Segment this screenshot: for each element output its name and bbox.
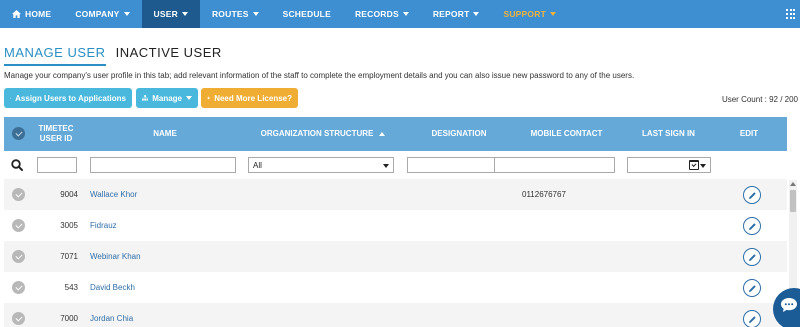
row-checkbox[interactable] <box>12 312 25 325</box>
chevron-down-icon <box>252 12 259 16</box>
nav-routes-label: ROUTES <box>211 9 249 19</box>
chevron-down-icon <box>181 12 188 16</box>
column-last-sign-in[interactable]: LAST SIGN IN <box>626 117 711 151</box>
top-navigation: HOME COMPANY USER ROUTES SCHEDULE RECORD… <box>0 0 800 28</box>
apps-grid-icon[interactable] <box>786 9 796 19</box>
scroll-up-arrow-icon[interactable] <box>790 182 796 186</box>
user-count: User Count : 92 / 200 <box>721 95 798 104</box>
nav-support[interactable]: SUPPORT <box>491 0 568 28</box>
sitemap-icon <box>142 95 149 101</box>
manage-dropdown-button[interactable]: Manage <box>136 88 198 108</box>
chevron-down-icon <box>123 12 130 16</box>
chevron-down-icon <box>549 12 556 16</box>
row-checkbox[interactable] <box>12 281 25 294</box>
chat-icon <box>781 298 797 312</box>
sort-ascending-icon <box>379 132 386 136</box>
cell-user-id: 7000 <box>60 314 78 323</box>
plus-icon <box>207 96 210 100</box>
nav-schedule[interactable]: SCHEDULE <box>271 0 343 28</box>
pencil-icon <box>748 253 756 261</box>
table-row: 9004 Wallace Khor 0112676767 <box>4 179 787 210</box>
select-all-checkbox[interactable] <box>12 127 25 140</box>
tab-inactive-user[interactable]: INACTIVE USER <box>116 45 222 66</box>
edit-button[interactable] <box>743 279 761 297</box>
cell-user-id: 9004 <box>60 190 78 199</box>
license-label: Need More License? <box>214 93 292 103</box>
assign-users-label: Assign Users to Applications <box>15 93 126 103</box>
table-row: 7000 Jordan Chia <box>4 303 787 327</box>
nav-schedule-label: SCHEDULE <box>282 9 331 19</box>
calendar-check-icon <box>689 160 699 170</box>
pencil-icon <box>748 191 756 199</box>
organization-filter-value: All <box>253 161 262 170</box>
edit-button[interactable] <box>743 310 761 327</box>
edit-button[interactable] <box>743 186 761 204</box>
nav-company[interactable]: COMPANY <box>63 0 141 28</box>
column-organization[interactable]: ORGANIZATION STRUCTURE <box>248 117 398 151</box>
column-organization-label: ORGANIZATION STRUCTURE <box>260 129 374 138</box>
search-icon[interactable] <box>11 159 23 171</box>
filter-row: All <box>4 151 787 179</box>
manage-label: Manage <box>152 93 182 103</box>
name-filter-input[interactable] <box>90 157 236 173</box>
nav-user-label: USER <box>153 9 178 19</box>
chevron-down-icon <box>700 164 706 168</box>
cell-name-link[interactable]: David Beckh <box>90 283 135 292</box>
pencil-icon <box>748 222 756 230</box>
pencil-icon <box>748 284 756 292</box>
user-id-filter-input[interactable] <box>37 157 77 173</box>
nav-company-label: COMPANY <box>75 9 120 19</box>
nav-report-label: REPORT <box>432 9 470 19</box>
user-tabs: MANAGE USER INACTIVE USER <box>4 45 222 66</box>
cell-user-id: 7071 <box>60 252 78 261</box>
chevron-down-icon <box>383 164 389 168</box>
assign-users-button[interactable]: Assign Users to Applications <box>4 88 132 108</box>
column-mobile[interactable]: MOBILE CONTACT <box>514 117 619 151</box>
page-description: Manage your company's user profile in th… <box>4 71 635 80</box>
chevron-down-icon <box>473 12 480 16</box>
table-row: 7071 Webinar Khan <box>4 241 787 272</box>
scroll-thumb[interactable] <box>790 190 796 212</box>
edit-button[interactable] <box>743 248 761 266</box>
last-sign-in-filter[interactable] <box>627 157 711 173</box>
pencil-icon <box>748 315 756 323</box>
cell-name-link[interactable]: Fidrauz <box>90 221 117 230</box>
nav-records[interactable]: RECORDS <box>343 0 421 28</box>
nav-routes[interactable]: ROUTES <box>200 0 271 28</box>
column-name[interactable]: NAME <box>90 117 240 151</box>
cell-user-id: 3005 <box>60 221 78 230</box>
home-icon <box>12 10 21 18</box>
column-edit: EDIT <box>739 129 759 138</box>
edit-button[interactable] <box>743 217 761 235</box>
nav-home[interactable]: HOME <box>0 0 63 28</box>
table-row: 3005 Fidrauz <box>4 210 787 241</box>
nav-report[interactable]: REPORT <box>421 0 492 28</box>
need-more-license-button[interactable]: Need More License? <box>201 88 298 108</box>
cell-mobile: 0112676767 <box>522 190 566 199</box>
nav-user[interactable]: USER <box>141 0 200 28</box>
organization-filter-select[interactable]: All <box>248 157 394 173</box>
cell-name-link[interactable]: Jordan Chia <box>90 314 133 323</box>
cell-name-link[interactable]: Webinar Khan <box>90 252 141 261</box>
column-designation[interactable]: DESIGNATION <box>407 117 511 151</box>
user-table-body: 9004 Wallace Khor 0112676767 3005 Fidrau… <box>4 179 787 327</box>
tab-manage-user[interactable]: MANAGE USER <box>4 45 106 66</box>
row-checkbox[interactable] <box>12 219 25 232</box>
mobile-filter-input[interactable] <box>494 157 615 173</box>
chevron-down-icon <box>186 96 192 100</box>
chevron-down-icon <box>402 12 409 16</box>
table-row: 543 David Beckh <box>4 272 787 303</box>
table-header: TIMETEC USER ID NAME ORGANIZATION STRUCT… <box>4 117 787 151</box>
cell-user-id: 543 <box>64 283 78 292</box>
row-checkbox[interactable] <box>12 188 25 201</box>
column-user-id[interactable]: TIMETEC USER ID <box>34 117 78 151</box>
cell-name-link[interactable]: Wallace Khor <box>90 190 137 199</box>
row-checkbox[interactable] <box>12 250 25 263</box>
nav-home-label: HOME <box>25 9 52 19</box>
nav-support-label: SUPPORT <box>503 9 546 19</box>
nav-records-label: RECORDS <box>354 9 399 19</box>
users-icon <box>10 97 12 99</box>
